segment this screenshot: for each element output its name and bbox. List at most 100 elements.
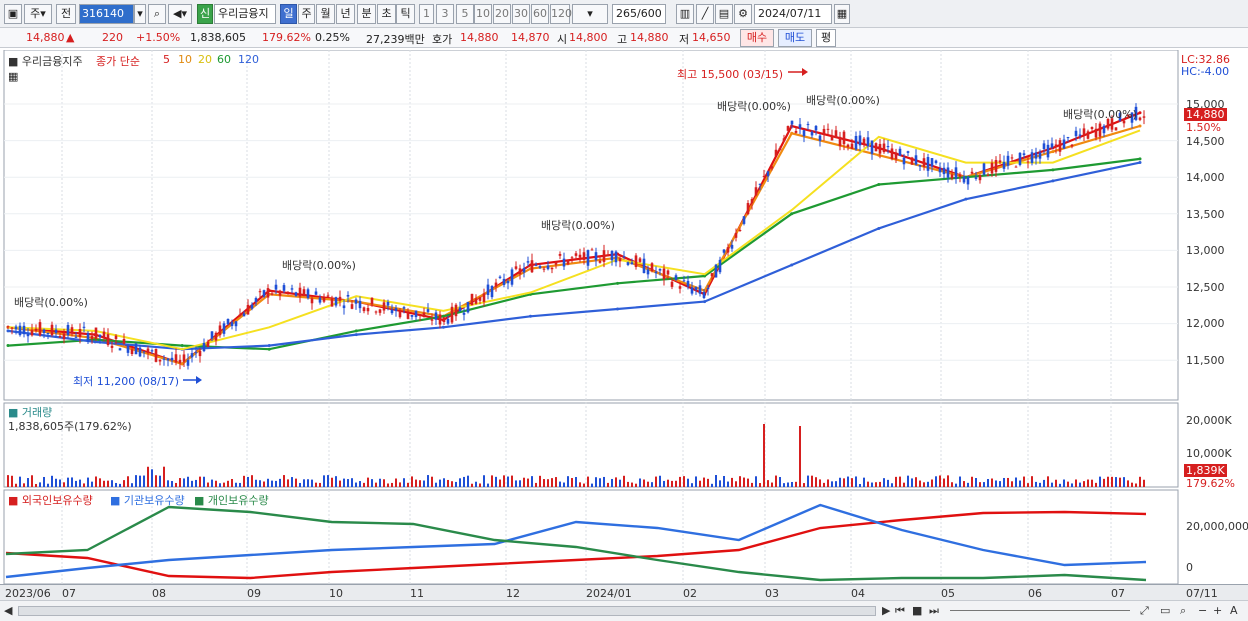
- volume-bar: [271, 480, 273, 487]
- stop-icon[interactable]: ■: [912, 604, 922, 617]
- stock-code-input[interactable]: 316140: [79, 4, 134, 24]
- zoom-out-icon[interactable]: −: [1198, 604, 1207, 617]
- interval-120[interactable]: 120: [550, 4, 572, 24]
- volume-bar: [963, 481, 965, 487]
- volume-bar: [979, 482, 981, 487]
- save-icon[interactable]: ▤: [715, 4, 733, 24]
- volume-bar: [799, 426, 801, 487]
- period-month[interactable]: 월: [316, 4, 335, 24]
- candle-body: [1002, 161, 1006, 169]
- volume-bar: [595, 477, 597, 487]
- chart-tool-icon[interactable]: ⤢: [1140, 604, 1149, 618]
- candle-body: [626, 262, 630, 265]
- candle-body: [450, 306, 454, 323]
- volume-bar: [235, 482, 237, 487]
- candle-body: [846, 144, 850, 148]
- candle-body: [50, 324, 54, 336]
- volume-bar: [659, 475, 661, 487]
- interval-3[interactable]: 3: [436, 4, 454, 24]
- interval-5[interactable]: 5: [456, 4, 474, 24]
- candle-body: [38, 322, 42, 336]
- interval-60[interactable]: 60: [531, 4, 549, 24]
- interval-10[interactable]: 10: [474, 4, 492, 24]
- candle-body: [894, 152, 898, 160]
- volume-bar: [759, 483, 761, 487]
- volume-bar: [115, 482, 117, 487]
- volume-bar: [375, 482, 377, 487]
- candle-icon[interactable]: ▥: [676, 4, 694, 24]
- interval-custom-select[interactable]: ▾: [572, 4, 608, 24]
- count-input[interactable]: 265/600: [612, 4, 666, 24]
- chart-area[interactable]: ■ 우리금융지주 종가 단순 5 10 20 60 120 ▦ LC:32.86…: [0, 50, 1248, 601]
- sell-button[interactable]: 매도: [778, 29, 812, 47]
- line-icon[interactable]: ╱: [696, 4, 714, 24]
- period-week[interactable]: 주: [298, 4, 315, 24]
- period-second[interactable]: 초: [377, 4, 396, 24]
- scroll-right-icon[interactable]: ▶: [882, 604, 890, 617]
- volume-bar: [795, 481, 797, 487]
- volume-bar: [727, 481, 729, 487]
- horizontal-scrollbar[interactable]: [18, 606, 876, 616]
- high-annotation: 최고 15,500 (03/15): [677, 68, 784, 81]
- gear-icon[interactable]: ⚙: [734, 4, 752, 24]
- zoom-icon[interactable]: ⌕: [1180, 604, 1186, 618]
- volume-bar: [687, 478, 689, 487]
- candle-body: [166, 358, 170, 361]
- candle-body: [66, 324, 70, 336]
- volume-bar: [131, 483, 133, 487]
- volume-bar: [479, 483, 481, 487]
- volume-bar: [331, 477, 333, 487]
- candle-body: [726, 247, 730, 253]
- candle-body: [946, 167, 950, 178]
- interval-1[interactable]: 1: [419, 4, 434, 24]
- period-tick[interactable]: 틱: [396, 4, 415, 24]
- candle-body: [214, 332, 218, 341]
- volume-bar: [215, 480, 217, 487]
- next-page-icon[interactable]: ⏭: [929, 604, 939, 618]
- market-select-2[interactable]: 전: [56, 4, 76, 24]
- code-dropdown-icon[interactable]: ▾: [134, 4, 146, 24]
- price-chart-svg[interactable]: [0, 50, 1248, 601]
- zoom-track[interactable]: [950, 610, 1130, 611]
- y-tick-13000: 13,000: [1186, 244, 1225, 257]
- volume-bar: [419, 480, 421, 487]
- volume-bar: [671, 480, 673, 487]
- candle-body: [82, 326, 86, 328]
- period-year[interactable]: 년: [336, 4, 355, 24]
- institution-dot-icon: ■: [110, 494, 124, 507]
- calendar-icon[interactable]: ▦: [834, 4, 850, 24]
- candle-body: [634, 255, 638, 267]
- volume-bar: [227, 480, 229, 487]
- speaker-icon[interactable]: ◀▾: [168, 4, 192, 24]
- candle-body: [682, 280, 686, 282]
- date-input[interactable]: 2024/07/11: [754, 4, 832, 24]
- candle-body: [970, 171, 974, 174]
- layout-icon[interactable]: ▭: [1160, 604, 1170, 617]
- candle-body: [290, 288, 294, 290]
- candle-body: [1094, 128, 1098, 138]
- candle-body: [42, 329, 46, 334]
- candle-body: [310, 298, 314, 304]
- market-select[interactable]: 주▾: [24, 4, 52, 24]
- candle-body: [374, 311, 378, 313]
- prev-page-icon[interactable]: ⏮: [895, 604, 905, 618]
- candle-body: [486, 284, 490, 295]
- volume-bar: [191, 480, 193, 487]
- zoom-in-icon[interactable]: +: [1213, 604, 1222, 617]
- eval-button[interactable]: 평: [816, 29, 836, 47]
- x-label-11: 11: [410, 587, 424, 600]
- volume-bar: [867, 481, 869, 487]
- buy-button[interactable]: 매수: [740, 29, 774, 47]
- candle-body: [930, 158, 934, 167]
- search-icon[interactable]: ⌕: [148, 4, 166, 24]
- period-minute[interactable]: 분: [357, 4, 376, 24]
- grid-icon[interactable]: ▦: [8, 70, 18, 83]
- volume-bar: [527, 478, 529, 487]
- scroll-left-icon[interactable]: ◀: [4, 604, 12, 617]
- chart-menu-icon[interactable]: ▣: [4, 4, 22, 24]
- period-day[interactable]: 일: [280, 4, 297, 24]
- candle-body: [814, 125, 818, 131]
- font-size-icon[interactable]: A: [1230, 604, 1238, 617]
- interval-20[interactable]: 20: [493, 4, 511, 24]
- interval-30[interactable]: 30: [512, 4, 530, 24]
